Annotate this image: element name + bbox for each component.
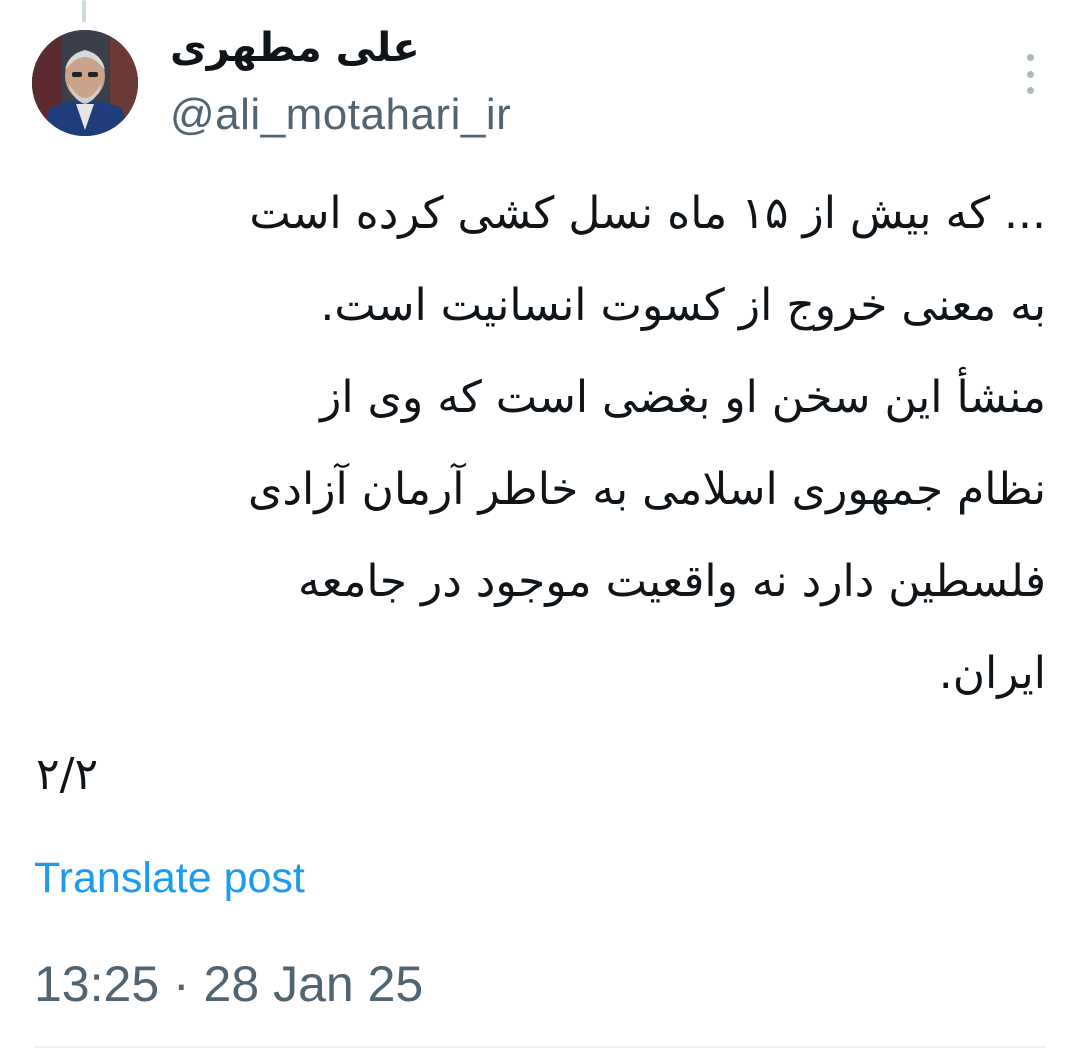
author-avatar[interactable] [32, 30, 138, 136]
tweet-line: ... که بیش از ۱۵ ماه نسل کشی کرده است [249, 188, 1046, 239]
divider [34, 1046, 1046, 1048]
more-dot [1026, 70, 1034, 78]
tweet-text: ... که بیش از ۱۵ ماه نسل کشی کرده است به… [30, 168, 1046, 720]
author-display-name[interactable]: علی مطهری [170, 22, 420, 74]
tweet-line: منشأ این سخن او بغضی است که وی از [320, 372, 1046, 423]
tweet-line: به معنی خروج از کسوت انسانیت است. [320, 280, 1046, 331]
more-options-icon[interactable] [1018, 54, 1042, 94]
tweet-line: نظام جمهوری اسلامی به خاطر آرمان آزادی [247, 464, 1046, 515]
post-timestamp[interactable]: 13:25 · 28 Jan 25 [34, 952, 423, 1016]
translate-post-link[interactable]: Translate post [34, 848, 305, 908]
tweet-line: ایران. [938, 648, 1046, 699]
thread-counter: ۲/۲ [36, 749, 99, 800]
profile-photo-icon [32, 30, 138, 136]
tweet-line: فلسطین دارد نه واقعیت موجود در جامعه [298, 556, 1046, 607]
author-handle[interactable]: @ali_motahari_ir [170, 88, 511, 142]
more-dot [1026, 54, 1034, 61]
thread-connector-line [82, 0, 86, 22]
more-dot [1026, 87, 1034, 94]
